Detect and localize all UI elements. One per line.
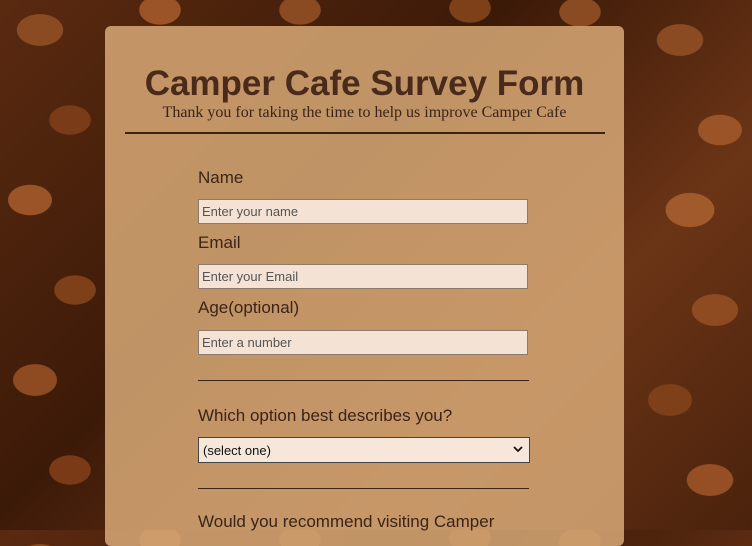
- recommend-question-label: Would you recommend visiting Camper: [198, 512, 495, 531]
- header-divider: [125, 132, 605, 134]
- name-input[interactable]: [198, 199, 528, 224]
- email-input[interactable]: [198, 264, 528, 289]
- chevron-down-icon: [513, 446, 523, 453]
- describe-select[interactable]: (select one): [198, 437, 530, 463]
- name-label: Name: [198, 168, 244, 187]
- age-label: Age(optional): [198, 298, 300, 317]
- email-label: Email: [198, 233, 241, 252]
- describe-question-label: Which option best describes you?: [198, 406, 453, 425]
- page-subtitle: Thank you for taking the time to help us…: [162, 104, 567, 121]
- section-divider: [198, 380, 529, 381]
- survey-form-card: Camper Cafe Survey Form Thank you for ta…: [105, 26, 624, 546]
- page-title: Camper Cafe Survey Form: [144, 64, 585, 103]
- age-input[interactable]: [198, 330, 528, 355]
- describe-select-value: (select one): [203, 443, 271, 458]
- section-divider: [198, 488, 529, 489]
